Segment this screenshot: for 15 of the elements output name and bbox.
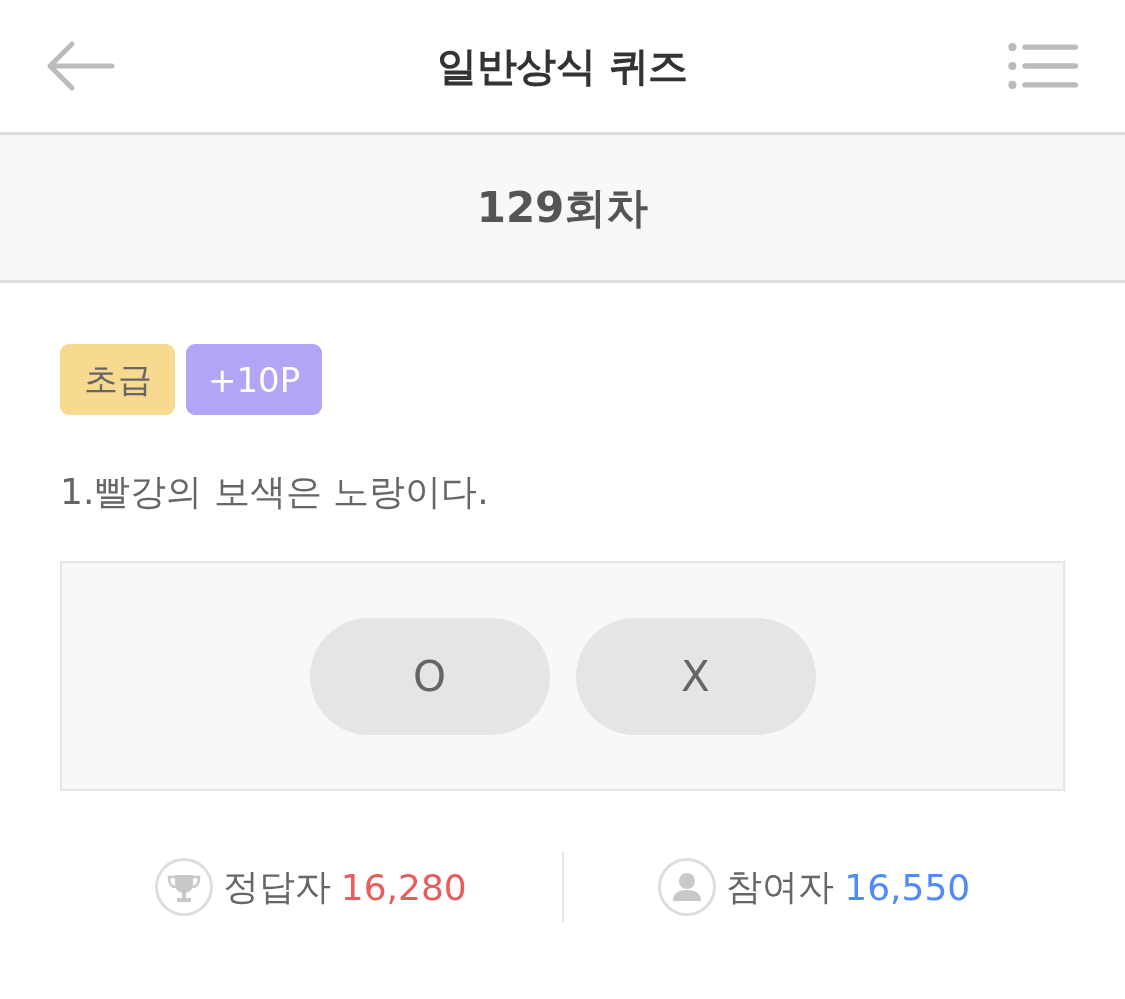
page-title: 일반상식 퀴즈: [437, 41, 688, 91]
answer-button[interactable]: O: [309, 617, 550, 735]
level-tag: 초급: [60, 344, 175, 415]
stat-value: 16,280: [340, 866, 467, 908]
person-icon: [658, 858, 717, 916]
stat-value: 16,550: [844, 866, 971, 908]
question-text: 1.빨강의 보색은 노랑이다.: [60, 470, 490, 514]
stat-label: 참여자: [726, 864, 835, 909]
stat-label: 정답자: [222, 864, 331, 909]
trophy-icon: [154, 858, 213, 916]
list-menu-icon: [1007, 40, 1079, 92]
menu-button[interactable]: [1007, 40, 1079, 92]
points-tag: +10P: [186, 344, 323, 415]
answer-button[interactable]: X: [575, 617, 816, 735]
round-title: 129회차: [476, 181, 649, 234]
